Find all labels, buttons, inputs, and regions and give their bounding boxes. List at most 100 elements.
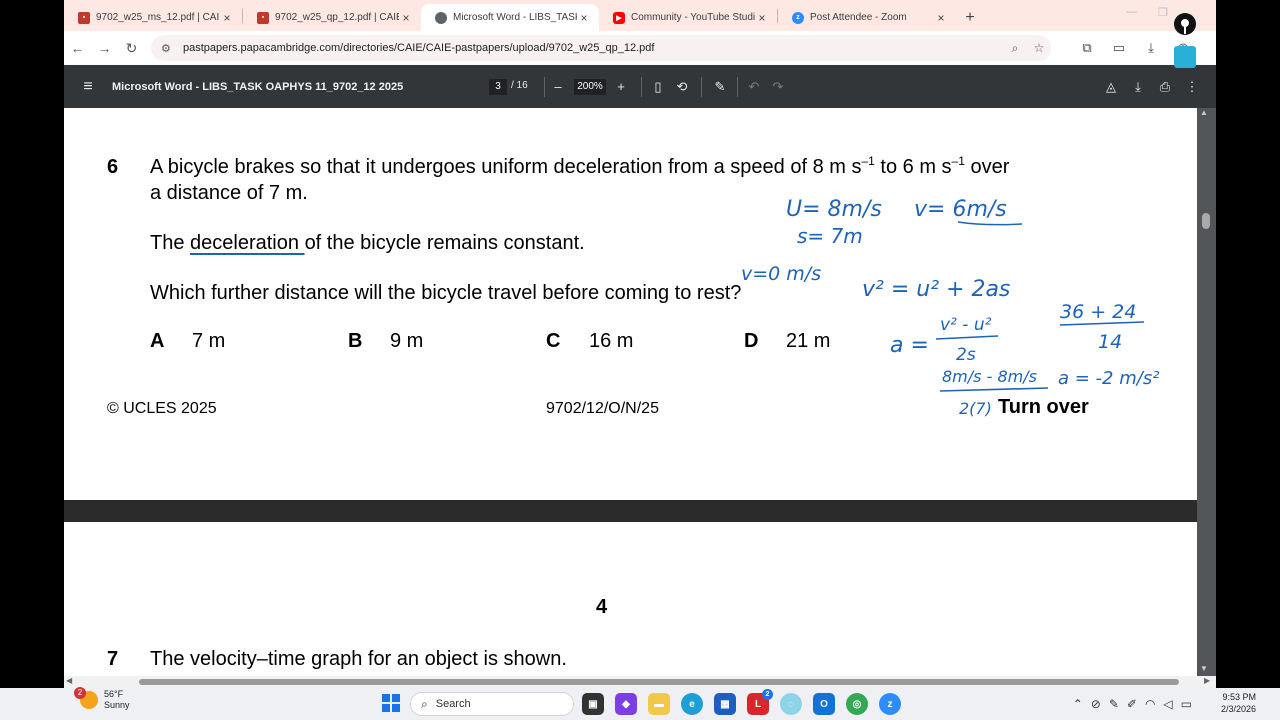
- print-icon[interactable]: ⎙: [1155, 77, 1175, 97]
- scrollbar-thumb[interactable]: [1202, 213, 1210, 229]
- zoom-out-button[interactable]: –: [548, 77, 568, 97]
- scroll-up-icon[interactable]: ▲: [1200, 108, 1208, 117]
- taskbar-search[interactable]: ⌕ Search: [410, 692, 574, 716]
- scroll-left-icon[interactable]: ◀: [66, 676, 72, 685]
- drive-save-icon[interactable]: ◬: [1101, 77, 1121, 97]
- site-info-icon[interactable]: ⚙: [161, 42, 175, 55]
- pdf-page-4: 4 7 The velocity–time graph for an objec…: [64, 522, 1197, 676]
- zoom-app-icon[interactable]: z: [879, 693, 901, 715]
- tab-ms-12-pdf[interactable]: ▪ 9702_w25_ms_12.pdf | CAIE | Pa ×: [64, 4, 242, 31]
- scroll-right-icon[interactable]: ▶: [1204, 676, 1210, 685]
- more-options-icon[interactable]: ⋮: [1182, 77, 1202, 97]
- windows-start-icon[interactable]: [382, 694, 400, 712]
- option-d-value: 21 m: [786, 330, 831, 352]
- download-icon[interactable]: ⤓: [1138, 40, 1164, 56]
- question-line-1: A bicycle brakes so that it undergoes un…: [150, 154, 1010, 178]
- edge-icon[interactable]: e: [681, 693, 703, 715]
- minimize-icon[interactable]: —: [1126, 6, 1137, 18]
- weather-widget[interactable]: 2 56°F Sunny: [74, 687, 130, 711]
- url-text[interactable]: pastpapers.papacambridge.com/directories…: [183, 42, 1003, 54]
- ink-equation: v² = u² + 2as: [862, 277, 1010, 302]
- outlook-icon[interactable]: O: [813, 693, 835, 715]
- wifi-icon[interactable]: ◠: [1145, 697, 1155, 711]
- question-line-3: The deceleration of the bicycle remains …: [150, 232, 585, 254]
- task-view-icon[interactable]: ▣: [582, 693, 604, 715]
- teams-icon[interactable]: ◌: [780, 693, 802, 715]
- close-icon[interactable]: ×: [220, 11, 234, 25]
- option-d-letter: D: [744, 330, 759, 352]
- clock-date: 2/3/2026: [1220, 704, 1256, 714]
- system-clock[interactable]: 9:53 PM 2/3/2026: [1221, 691, 1256, 715]
- ink-substitution-denominator: 2(7): [959, 399, 992, 418]
- vertical-scrollbar[interactable]: ▲ ▼: [1200, 108, 1210, 676]
- question-line-4: Which further distance will the bicycle …: [150, 282, 742, 304]
- copyright-notice: © UCLES 2025: [107, 400, 217, 417]
- horizontal-scrollbar[interactable]: ◀ ▶: [64, 676, 1216, 688]
- close-icon[interactable]: ×: [934, 11, 948, 25]
- tab-qp-12-pdf[interactable]: ▪ 9702_w25_qp_12.pdf | CAIE | Pa ×: [243, 4, 421, 31]
- close-icon[interactable]: ×: [399, 11, 413, 25]
- pdf-icon: ▪: [78, 11, 90, 24]
- undo-icon[interactable]: ↶: [744, 77, 764, 97]
- zoom-lens-icon[interactable]: ⌕: [1003, 41, 1027, 56]
- turn-over-label: Turn over: [998, 396, 1089, 418]
- volume-icon[interactable]: ◁: [1163, 697, 1172, 711]
- tab-title: Post Attendee - Zoom: [810, 12, 907, 23]
- annotate-pen-icon[interactable]: ✎: [710, 77, 730, 97]
- fit-page-icon[interactable]: ▯: [648, 77, 668, 97]
- scroll-down-icon[interactable]: ▼: [1200, 664, 1208, 673]
- pen-icon[interactable]: ✎: [1109, 697, 1119, 711]
- ink-u-value: U= 8m/s: [786, 197, 882, 222]
- toolbar-divider: [737, 77, 738, 97]
- page-gap: [64, 500, 1197, 522]
- chevron-up-icon[interactable]: ⌃: [1073, 697, 1083, 711]
- close-icon[interactable]: ×: [755, 11, 769, 25]
- rotate-icon[interactable]: ⟲: [672, 77, 692, 97]
- zoom-level-input[interactable]: 200%: [574, 79, 606, 95]
- extensions-icon[interactable]: ⧉: [1074, 40, 1100, 56]
- sun-icon: 2: [74, 687, 98, 709]
- option-c-letter: C: [546, 330, 561, 352]
- page-number-input[interactable]: 3: [489, 79, 507, 95]
- pdf-viewport[interactable]: 6 A bicycle brakes so that it undergoes …: [64, 108, 1216, 676]
- copilot-icon[interactable]: ◆: [615, 693, 637, 715]
- globe-icon: [435, 11, 447, 24]
- forward-icon[interactable]: →: [91, 35, 118, 62]
- option-c-value: 16 m: [589, 330, 634, 352]
- network-off-icon[interactable]: ⊘: [1091, 697, 1101, 711]
- question-number: 7: [107, 648, 119, 670]
- chrome-icon[interactable]: ◎: [846, 693, 868, 715]
- temperature: 56°F: [104, 689, 124, 699]
- question-line-2: a distance of 7 m.: [150, 182, 308, 204]
- store-icon[interactable]: ▦: [714, 693, 736, 715]
- download-icon[interactable]: ⤓: [1128, 77, 1148, 97]
- address-bar[interactable]: ⚙ pastpapers.papacambridge.com/directori…: [151, 35, 1051, 61]
- redo-icon[interactable]: ↷: [768, 77, 788, 97]
- tab-zoom-attendee[interactable]: z Post Attendee - Zoom ×: [778, 4, 956, 31]
- stylus-icon[interactable]: ✐: [1127, 697, 1137, 711]
- weather-badge: 2: [74, 687, 86, 699]
- ink-result: a = -2 m/s²: [1058, 368, 1159, 389]
- hamburger-menu-icon[interactable]: ≡: [64, 78, 112, 96]
- back-icon[interactable]: ←: [64, 35, 91, 62]
- bookmark-star-icon[interactable]: ☆: [1027, 41, 1051, 55]
- close-icon[interactable]: ×: [577, 11, 591, 25]
- maximize-icon[interactable]: ❐: [1158, 6, 1168, 19]
- ink-calc-numerator: 36 + 24: [1060, 301, 1136, 323]
- browser-tab-strip: ▪ 9702_w25_ms_12.pdf | CAIE | Pa × ▪ 970…: [64, 0, 1216, 31]
- cast-icon[interactable]: ▭: [1106, 40, 1132, 56]
- office-icon[interactable]: L2: [747, 689, 773, 715]
- question-number: 6: [107, 156, 119, 178]
- windows-taskbar: 2 56°F Sunny ⌕ Search ▣ ◆ ▬ e ▦ L2 ◌ O ◎…: [0, 687, 1280, 720]
- new-tab-button[interactable]: +: [956, 4, 984, 31]
- tab-youtube-studio[interactable]: ▶ Community - YouTube Studio ×: [599, 4, 777, 31]
- scrollbar-thumb[interactable]: [139, 679, 1179, 685]
- reload-icon[interactable]: ↻: [118, 35, 145, 62]
- battery-icon[interactable]: ▭: [1181, 697, 1192, 711]
- file-explorer-icon[interactable]: ▬: [648, 693, 670, 715]
- system-tray: ⌃ ⊘ ✎ ✐ ◠ ◁ ▭: [1073, 688, 1192, 720]
- tab-microsoft-word-active[interactable]: Microsoft Word - LIBS_TASK OA ×: [421, 4, 599, 31]
- ink-a-equals: a =: [890, 333, 929, 358]
- zoom-in-button[interactable]: +: [611, 77, 631, 97]
- webcam-overlay: [1174, 46, 1196, 68]
